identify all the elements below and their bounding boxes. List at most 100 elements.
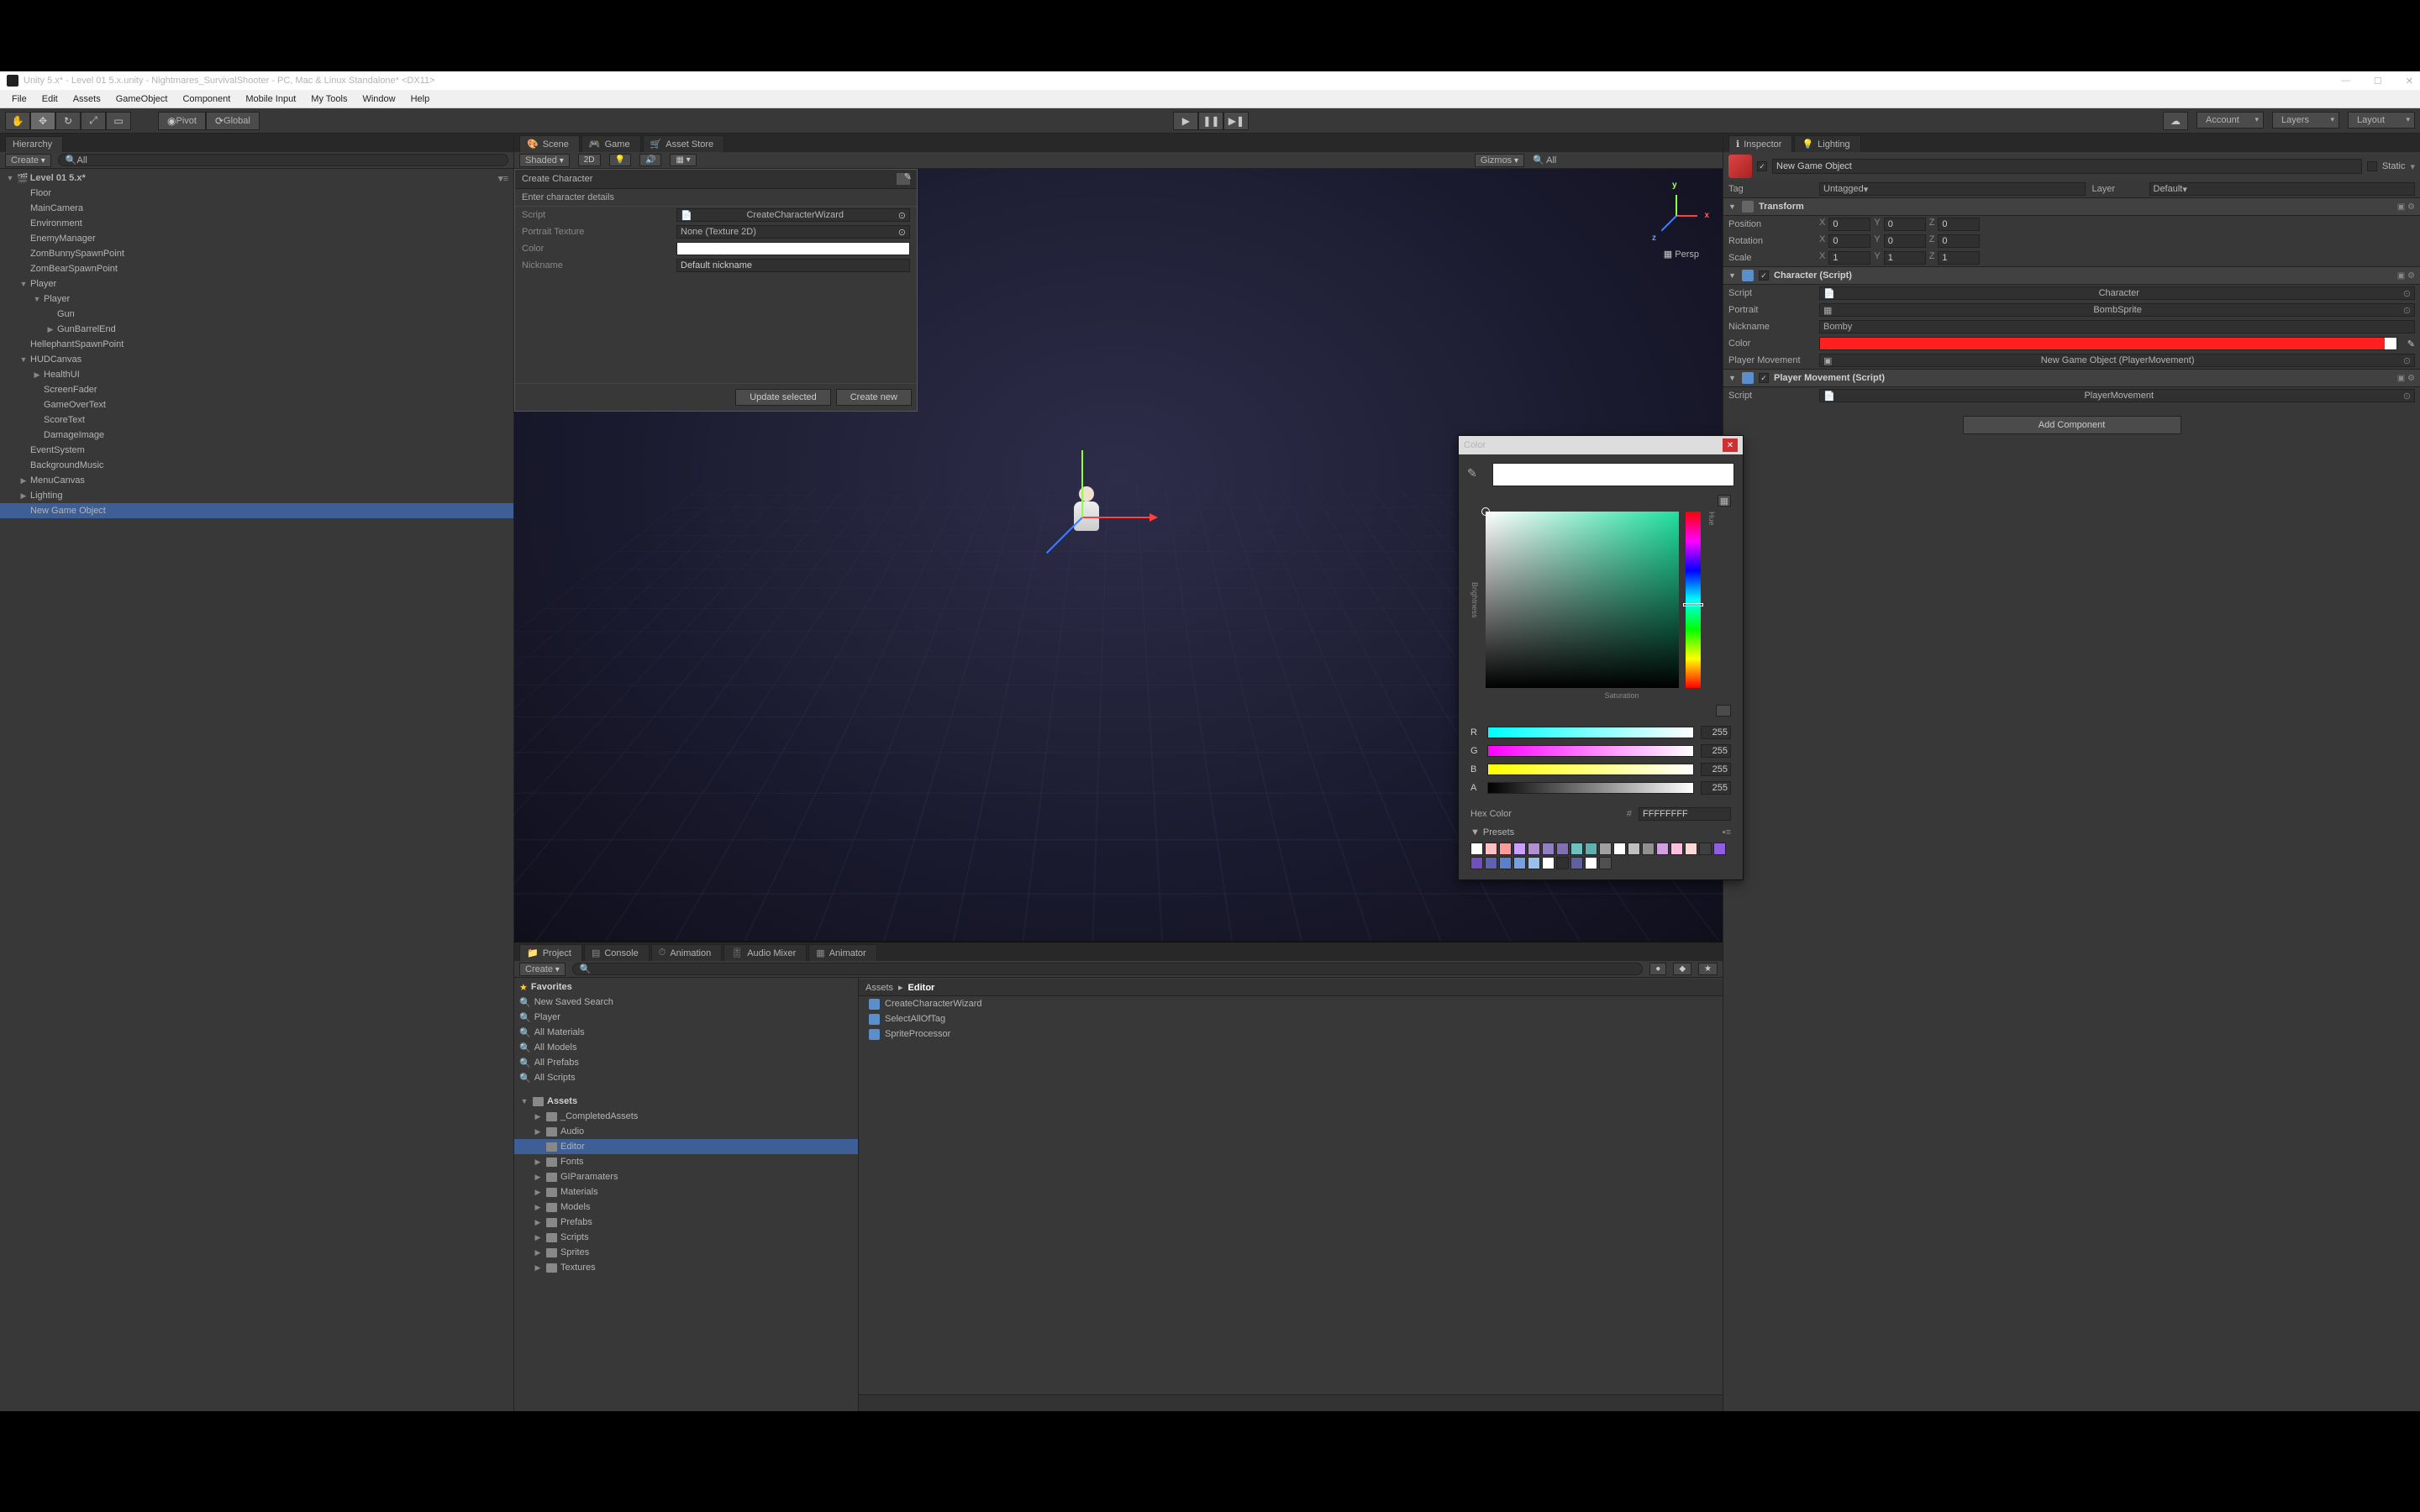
project-create[interactable]: Create ▾ [519,963,566,976]
active-checkbox[interactable]: ✓ [1757,161,1767,171]
hierarchy-item[interactable]: EnemyManager [0,231,513,246]
wizard-color-field[interactable] [676,242,910,255]
rot-y[interactable]: 0 [1884,234,1926,248]
b-value[interactable]: 255 [1701,763,1731,776]
color-preset[interactable] [1499,843,1512,855]
color-preset[interactable] [1528,843,1540,855]
hue-cursor[interactable] [1683,603,1703,606]
wizard-update-button[interactable]: Update selected [735,389,831,406]
playermovement-component[interactable]: ▼ ✓ Player Movement (Script) ▣ ⚙ [1723,369,2420,387]
hierarchy-item[interactable]: Environment [0,216,513,231]
play-button[interactable]: ▶ [1173,112,1198,130]
color-picker-titlebar[interactable]: Color ✕ [1459,436,1743,454]
r-slider[interactable] [1487,727,1694,738]
tag-dropdown[interactable]: Untagged ▾ [1819,182,2086,196]
pm-enabled[interactable]: ✓ [1759,373,1769,383]
character-component[interactable]: ▼ ✓ Character (Script) ▣ ⚙ [1723,266,2420,285]
color-preset[interactable] [1685,843,1697,855]
a-slider[interactable] [1487,782,1694,794]
favorites-header[interactable]: ★ Favorites [514,979,858,995]
folder-item[interactable]: ▶GIParamaters [514,1169,858,1184]
hierarchy-item[interactable]: ▶HealthUI [0,367,513,382]
minimize-button[interactable]: — [2341,76,2350,87]
hierarchy-item[interactable]: New Game Object [0,503,513,518]
color-preset[interactable] [1513,843,1526,855]
favorite-item[interactable]: 🔍All Prefabs [514,1055,858,1070]
rotate-tool[interactable]: ↻ [55,112,81,130]
orientation-gizmo[interactable]: x y z [1647,186,1706,244]
hierarchy-item[interactable]: DamageImage [0,428,513,443]
color-preset[interactable] [1570,857,1583,869]
a-value[interactable]: 255 [1701,781,1731,795]
2d-toggle[interactable]: 2D [578,154,601,166]
eyedropper-icon[interactable]: ✎ [904,171,912,182]
color-preset[interactable] [1499,857,1512,869]
hierarchy-item[interactable]: ScreenFader [0,382,513,397]
folder-item[interactable]: ▶Materials [514,1184,858,1200]
color-preset[interactable] [1599,857,1612,869]
close-button[interactable]: ✕ [2406,76,2413,87]
hierarchy-item[interactable]: EventSystem [0,443,513,458]
scale-y[interactable]: 1 [1884,251,1926,265]
gizmos-dropdown[interactable]: Gizmos ▾ [1475,154,1524,167]
color-preset[interactable] [1585,857,1597,869]
tab-game[interactable]: 🎮 Game [581,135,641,152]
color-preset[interactable] [1470,857,1483,869]
hierarchy-item[interactable]: Gun [0,307,513,322]
color-preset[interactable] [1485,857,1497,869]
char-pm-field[interactable]: ▣ New Game Object (PlayerMovement)⊙ [1819,354,2415,367]
maximize-button[interactable]: ☐ [2374,76,2382,87]
asset-item[interactable]: CreateCharacterWizard [859,996,1723,1011]
color-preset[interactable] [1613,843,1626,855]
tab-audiomixer[interactable]: 🎚 Audio Mixer [723,944,807,961]
character-enabled[interactable]: ✓ [1759,270,1769,281]
rot-z[interactable]: 0 [1938,234,1980,248]
asset-item[interactable]: SelectAllOfTag [859,1011,1723,1026]
hierarchy-item[interactable]: ScoreText [0,412,513,428]
tab-animator[interactable]: ▦ Animator [808,944,876,961]
rot-x[interactable]: 0 [1828,234,1870,248]
layout-dropdown[interactable]: Layout [2348,112,2415,129]
g-slider[interactable] [1487,745,1694,757]
menu-edit[interactable]: Edit [35,92,65,106]
color-preset[interactable] [1713,843,1726,855]
color-preset[interactable] [1570,843,1583,855]
wizard-portrait-field[interactable]: None (Texture 2D)⊙ [676,225,910,239]
folder-item[interactable]: ▶Textures [514,1260,858,1275]
color-preset[interactable] [1528,857,1540,869]
folder-item[interactable]: ▶Audio [514,1124,858,1139]
menu-help[interactable]: Help [404,92,437,106]
char-portrait-field[interactable]: ▦ BombSprite⊙ [1819,303,2415,317]
layers-dropdown[interactable]: Layers [2272,112,2339,129]
color-preset[interactable] [1599,843,1612,855]
hierarchy-item[interactable]: ▼HUDCanvas [0,352,513,367]
char-nickname-field[interactable]: Bomby [1819,320,2415,333]
color-preset[interactable] [1585,843,1597,855]
color-mode-toggle[interactable]: ▦ [1718,495,1731,507]
g-value[interactable]: 255 [1701,744,1731,758]
hierarchy-item[interactable]: ▼Player [0,276,513,291]
layer-dropdown[interactable]: Default ▾ [2149,182,2416,196]
color-picker-close[interactable]: ✕ [1723,438,1738,452]
project-filter-3[interactable]: ★ [1698,963,1718,975]
favorite-item[interactable]: 🔍New Saved Search [514,995,858,1010]
favorite-item[interactable]: 🔍All Scripts [514,1070,858,1085]
folder-item[interactable]: ▶Fonts [514,1154,858,1169]
static-checkbox[interactable] [2367,161,2377,171]
scene-root[interactable]: ▼🎬 Level 01 5.x* ▾≡ [0,171,513,186]
asset-item[interactable]: SpriteProcessor [859,1026,1723,1042]
project-content[interactable]: Assets ▸ Editor CreateCharacterWizardSel… [859,978,1723,1411]
wizard-nickname-field[interactable]: Default nickname [676,259,910,272]
tab-inspector[interactable]: ℹ Inspector [1728,135,1792,152]
fx-toggle[interactable]: ▦ ▾ [670,154,696,166]
scene-search[interactable]: 🔍 All [1533,155,1718,165]
cloud-button[interactable]: ☁ [2163,112,2188,130]
scale-x[interactable]: 1 [1828,251,1870,265]
tab-console[interactable]: ▤ Console [584,944,650,961]
add-component-button[interactable]: Add Component [1963,416,2181,434]
scale-z[interactable]: 1 [1938,251,1980,265]
shading-mode[interactable]: Shaded ▾ [519,154,570,167]
tab-scene[interactable]: 🎨 Scene [519,135,580,152]
color-preset[interactable] [1642,843,1655,855]
scale-tool[interactable]: ⤢ [81,112,106,130]
